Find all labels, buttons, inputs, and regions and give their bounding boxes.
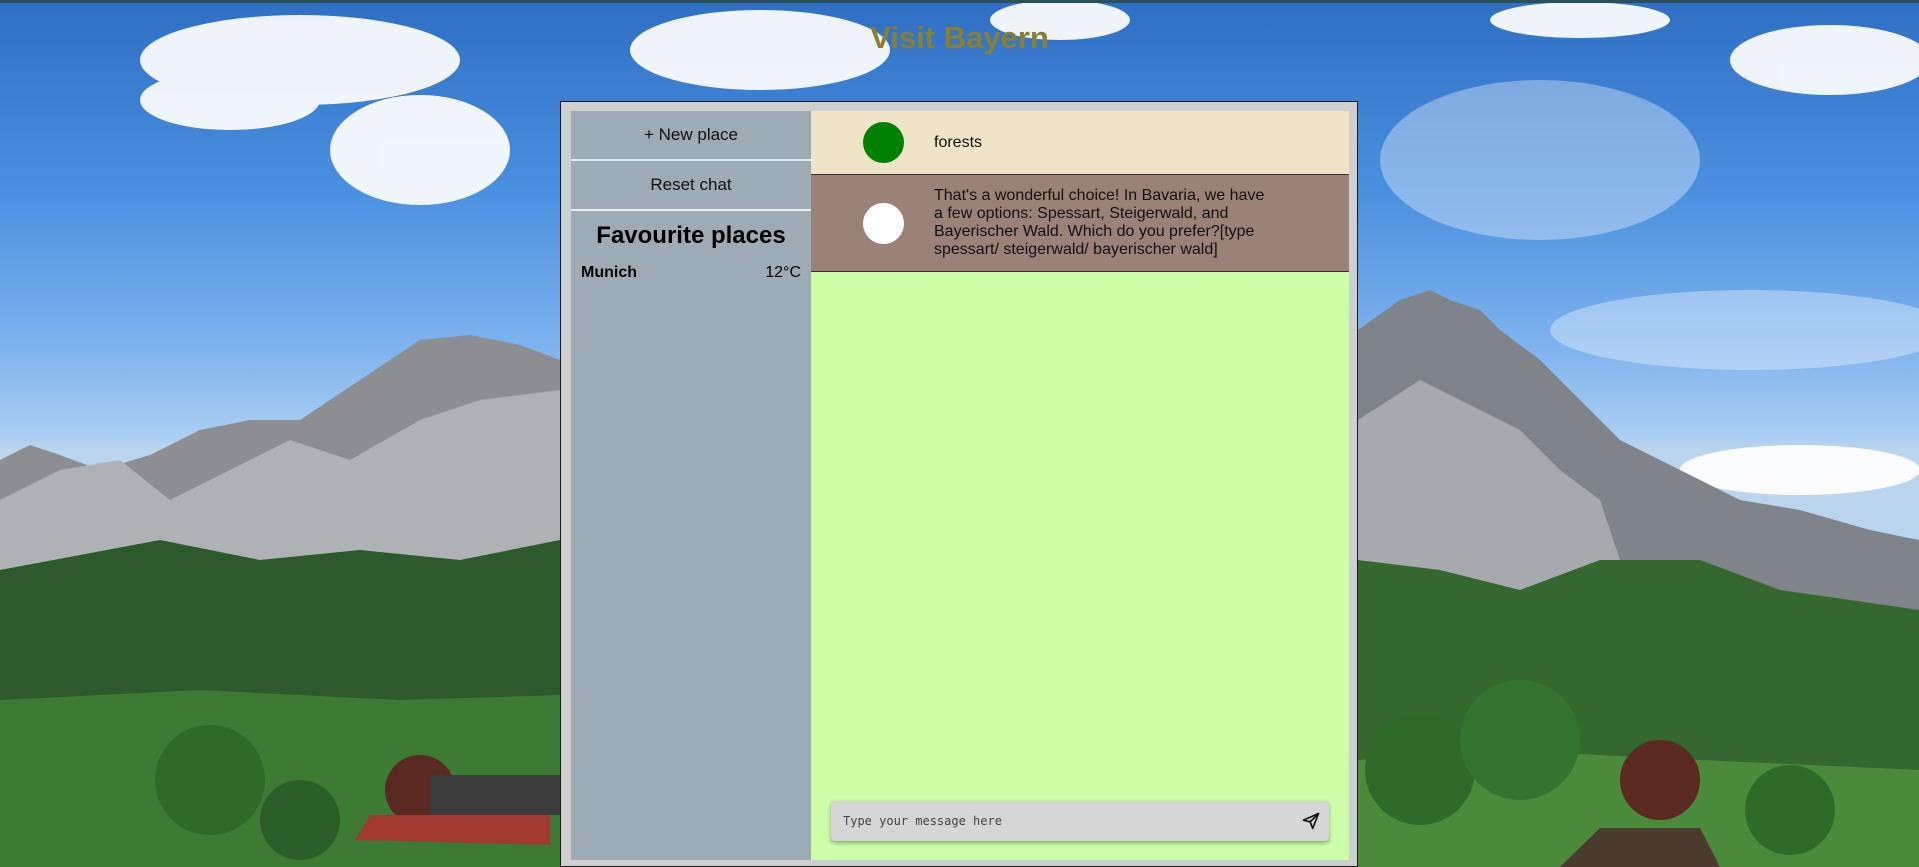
favourite-place-item[interactable]: Munich 12°C <box>571 264 811 282</box>
message-text: That's a wonderful choice! In Bavaria, w… <box>934 187 1265 258</box>
new-place-button[interactable]: + New place <box>571 111 811 161</box>
send-button[interactable] <box>1301 811 1321 831</box>
chat-panel: forests That's a wonderful choice! In Ba… <box>811 111 1349 860</box>
user-avatar <box>863 122 904 163</box>
favourites-title: Favourite places <box>596 222 786 249</box>
chat-message-bot: That's a wonderful choice! In Bavaria, w… <box>811 175 1349 272</box>
message-input[interactable] <box>831 801 1271 841</box>
chat-message-user: forests <box>811 111 1349 175</box>
paper-plane-icon <box>1302 812 1320 830</box>
sidebar: + New place Reset chat Favourite places … <box>571 111 811 860</box>
message-input-bar <box>831 801 1329 841</box>
reset-chat-button[interactable]: Reset chat <box>571 161 811 211</box>
top-border <box>0 0 1919 3</box>
page-title: Visit Bayern <box>870 20 1049 55</box>
favourite-place-temperature: 12°C <box>765 264 801 281</box>
bot-avatar <box>863 203 904 244</box>
message-text: forests <box>934 134 983 151</box>
favourite-place-name: Munich <box>581 264 637 281</box>
